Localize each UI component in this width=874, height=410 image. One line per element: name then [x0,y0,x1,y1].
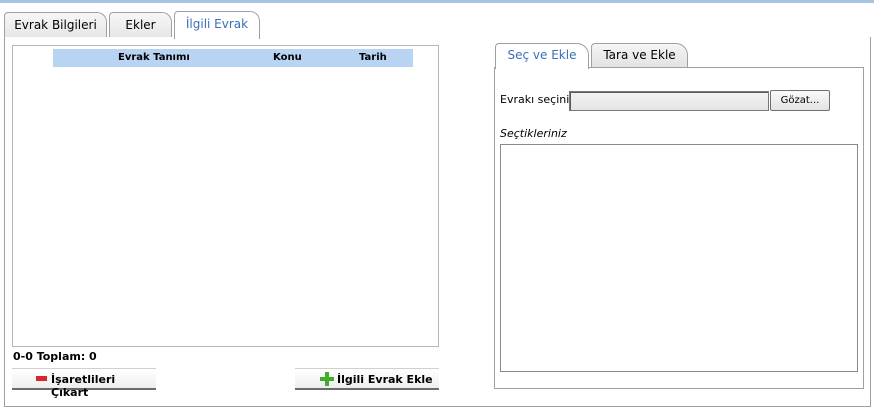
remove-marked-label: İşaretlileri Çıkart [51,373,116,399]
tab-label: Ekler [125,18,156,32]
record-count-label: 0-0 Toplam: 0 [13,350,97,363]
tab-label: İlgili Evrak [185,17,249,31]
browse-button[interactable]: Gözat... [770,90,830,111]
add-related-document-label: İlgili Evrak Ekle [337,373,433,386]
subtab-label: Seç ve Ekle [507,48,577,62]
grid-header: Evrak Tanımı Konu Tarih [53,49,413,67]
selections-list[interactable] [500,144,858,372]
file-path-input[interactable] [569,91,769,111]
tab-label: Evrak Bilgileri [14,18,97,32]
selections-label: Seçtikleriniz [500,127,567,140]
column-header-evrak-tanimi[interactable]: Evrak Tanımı [118,52,190,63]
plus-icon [320,372,334,386]
minus-icon [36,376,47,381]
tab-ekler[interactable]: Ekler [109,12,172,38]
column-header-tarih[interactable]: Tarih [359,52,387,63]
subtab-sec-ve-ekle[interactable]: Seç ve Ekle [495,43,589,69]
window-top-border [0,0,874,3]
tab-evrak-bilgileri[interactable]: Evrak Bilgileri [4,12,107,38]
add-related-document-button[interactable]: İlgili Evrak Ekle [295,368,439,390]
related-documents-grid[interactable]: Evrak Tanımı Konu Tarih [12,45,439,347]
remove-marked-button[interactable]: İşaretlileri Çıkart [12,368,156,399]
tab-ilgili-evrak[interactable]: İlgili Evrak [174,11,260,39]
subtab-label: Tara ve Ekle [603,48,676,62]
subtab-tara-ve-ekle[interactable]: Tara ve Ekle [591,43,688,68]
column-header-konu[interactable]: Konu [273,52,302,63]
